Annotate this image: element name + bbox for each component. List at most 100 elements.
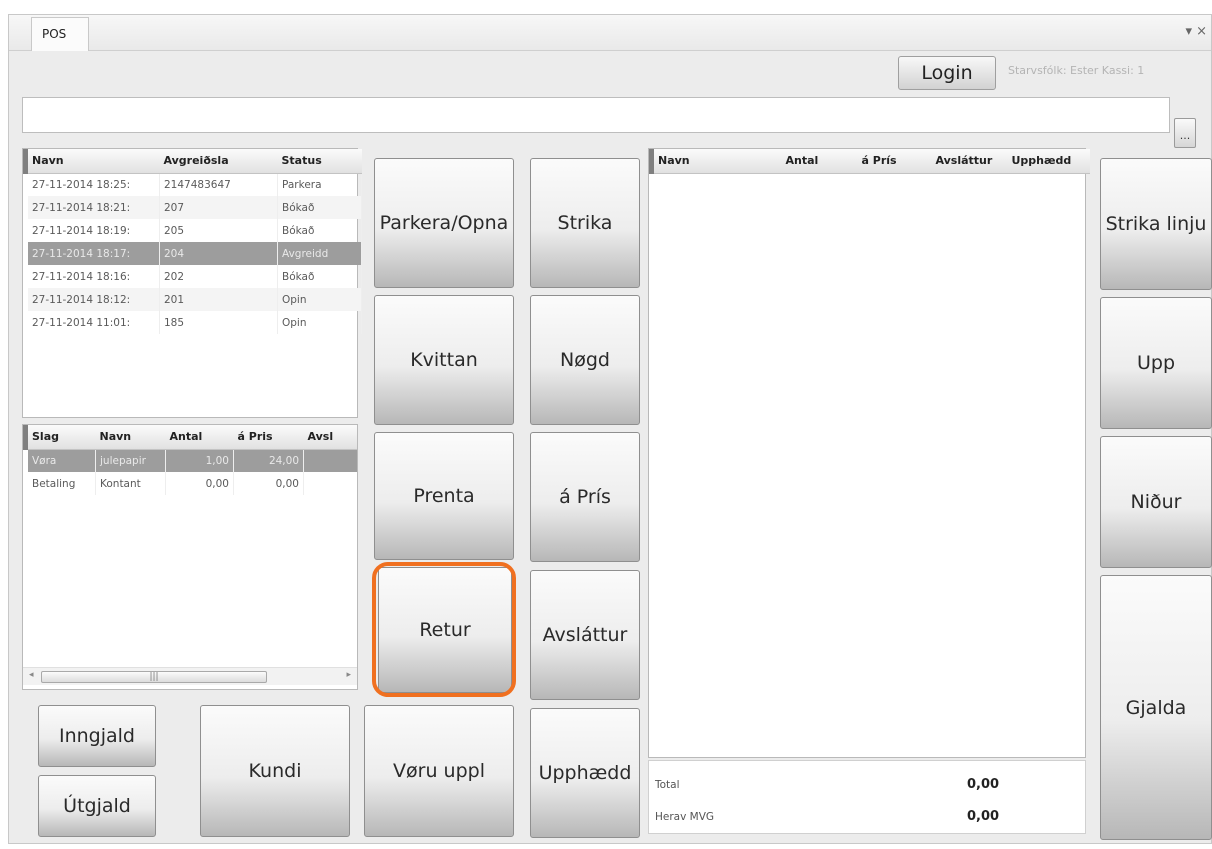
order-status: Parkera — [277, 173, 362, 196]
line-type: Betaling — [25, 472, 96, 495]
order-id: 2147483647 — [159, 173, 278, 196]
line-price: 24,00 — [233, 449, 304, 472]
prenta-button[interactable]: Prenta — [374, 432, 514, 560]
order-status: Opin — [277, 288, 362, 311]
kundi-button[interactable]: Kundi — [200, 705, 350, 837]
column-header-avsl[interactable]: Avsl — [303, 425, 357, 450]
utgjald-button[interactable]: Útgjald — [38, 775, 156, 837]
parkera-opna-label: Parkera/Opna — [379, 212, 509, 234]
order-row[interactable]: 27-11-2014 18:16: 202 Bókað — [25, 265, 362, 288]
order-row-selected[interactable]: 27-11-2014 18:17: 204 Avgreidd — [25, 242, 362, 265]
nogd-label: Nøgd — [560, 349, 610, 371]
column-header-navn[interactable]: Navn — [95, 425, 166, 450]
order-name: 27-11-2014 18:16: — [25, 265, 160, 288]
login-button[interactable]: Login — [898, 56, 996, 90]
order-row[interactable]: 27-11-2014 18:19: 205 Bókað — [25, 219, 362, 242]
upp-button[interactable]: Upp — [1100, 297, 1212, 429]
nidur-label: Niður — [1130, 491, 1182, 513]
pin-close-icon[interactable]: ▾ × — [1185, 24, 1207, 39]
avslattur-button[interactable]: Avsláttur — [530, 570, 640, 700]
line-qty: 0,00 — [165, 472, 234, 495]
horizontal-scrollbar[interactable]: ◂ ||| ▸ — [23, 667, 357, 685]
total-value: 0,00 — [967, 777, 1000, 792]
order-status: Opin — [277, 311, 362, 334]
line-name: Kontant — [95, 472, 166, 495]
column-header-upphaedd[interactable]: Upphædd — [1007, 149, 1090, 174]
total-label: Total — [655, 779, 680, 791]
column-header-slag[interactable]: Slag — [23, 425, 96, 450]
line-name: julepapir — [95, 449, 166, 472]
order-status: Bókað — [277, 219, 362, 242]
column-header-a-pris[interactable]: á Prís — [857, 149, 932, 174]
scroll-thumb[interactable]: ||| — [41, 671, 267, 683]
order-status: Bókað — [277, 265, 362, 288]
column-header-avgreidsla[interactable]: Avgreiðsla — [159, 149, 278, 174]
column-header-antal[interactable]: Antal — [165, 425, 234, 450]
order-name: 27-11-2014 11:01: — [25, 311, 160, 334]
voru-uppl-label: Vøru uppl — [393, 760, 485, 782]
totals-panel: Total 0,00 Herav MVG 0,00 — [648, 760, 1086, 834]
inngjald-label: Inngjald — [58, 725, 135, 747]
orders-grid: Navn Avgreiðsla Status 27-11-2014 18:25:… — [22, 148, 362, 418]
utgjald-label: Útgjald — [63, 795, 131, 817]
nidur-button[interactable]: Niður — [1100, 436, 1212, 568]
voru-uppl-button[interactable]: Vøru uppl — [364, 705, 514, 837]
column-header-a-pris[interactable]: á Pris — [233, 425, 304, 450]
vat-label: Herav MVG — [655, 811, 715, 823]
total-row: Total 0,00 — [649, 773, 1085, 799]
gjalda-button[interactable]: Gjalda — [1100, 575, 1212, 840]
line-discount — [303, 449, 357, 472]
a-pris-label: á Prís — [559, 486, 611, 508]
line-row-selected[interactable]: Vøra julepapir 1,00 24,00 — [25, 449, 357, 472]
order-name: 27-11-2014 18:17: — [25, 242, 160, 265]
strika-linju-button[interactable]: Strika linju — [1100, 158, 1212, 290]
order-row[interactable]: 27-11-2014 18:21: 207 Bókað — [25, 196, 362, 219]
column-header-antal[interactable]: Antal — [781, 149, 858, 174]
browse-button[interactable]: ... — [1174, 118, 1196, 148]
order-lines-grid: Slag Navn Antal á Pris Avsl Vøra julepap… — [22, 424, 358, 690]
strika-button[interactable]: Strika — [530, 158, 640, 288]
order-name: 27-11-2014 18:19: — [25, 219, 160, 242]
gjalda-label: Gjalda — [1125, 696, 1187, 719]
parkera-opna-button[interactable]: Parkera/Opna — [374, 158, 514, 288]
kundi-label: Kundi — [248, 760, 302, 782]
prenta-label: Prenta — [413, 485, 475, 507]
order-status: Avgreidd — [277, 242, 362, 265]
vat-value: 0,00 — [967, 809, 1000, 824]
strika-linju-label: Strika linju — [1105, 213, 1207, 235]
avslattur-label: Avsláttur — [542, 624, 628, 646]
column-header-avslattur[interactable]: Avsláttur — [931, 149, 1008, 174]
kvittan-label: Kvittan — [410, 349, 478, 371]
inngjald-button[interactable]: Inngjald — [38, 705, 156, 767]
order-row[interactable]: 27-11-2014 18:12: 201 Opin — [25, 288, 362, 311]
a-pris-button[interactable]: á Prís — [530, 432, 640, 562]
line-row[interactable]: Betaling Kontant 0,00 0,00 — [25, 472, 357, 495]
tab-pos[interactable]: POS — [31, 17, 89, 51]
kvittan-button[interactable]: Kvittan — [374, 295, 514, 425]
order-id: 185 — [159, 311, 278, 334]
document-tab-bar: POS ▾ × — [9, 15, 1211, 51]
column-header-navn[interactable]: Navn — [649, 149, 782, 174]
order-id: 207 — [159, 196, 278, 219]
column-header-status[interactable]: Status — [277, 149, 362, 174]
staff-register-info: Starvsfólk: Ester Kassi: 1 — [1008, 64, 1145, 77]
retur-highlight-annotation — [372, 562, 516, 697]
order-row[interactable]: 27-11-2014 18:25: 2147483647 Parkera — [25, 173, 362, 196]
order-row[interactable]: 27-11-2014 11:01: 185 Opin — [25, 311, 362, 334]
order-name: 27-11-2014 18:21: — [25, 196, 160, 219]
nogd-button[interactable]: Nøgd — [530, 295, 640, 425]
scroll-left-icon[interactable]: ◂ — [29, 670, 34, 680]
order-id: 202 — [159, 265, 278, 288]
order-status: Bókað — [277, 196, 362, 219]
upp-label: Upp — [1136, 352, 1176, 374]
line-discount — [303, 472, 357, 495]
line-type: Vøra — [25, 449, 96, 472]
line-price: 0,00 — [233, 472, 304, 495]
upphaedd-label: Upphædd — [538, 762, 632, 784]
upphaedd-button[interactable]: Upphædd — [530, 708, 640, 838]
barcode-input[interactable] — [22, 97, 1170, 133]
column-header-navn[interactable]: Navn — [23, 149, 160, 174]
order-name: 27-11-2014 18:12: — [25, 288, 160, 311]
scroll-right-icon[interactable]: ▸ — [346, 670, 351, 680]
order-id: 204 — [159, 242, 278, 265]
